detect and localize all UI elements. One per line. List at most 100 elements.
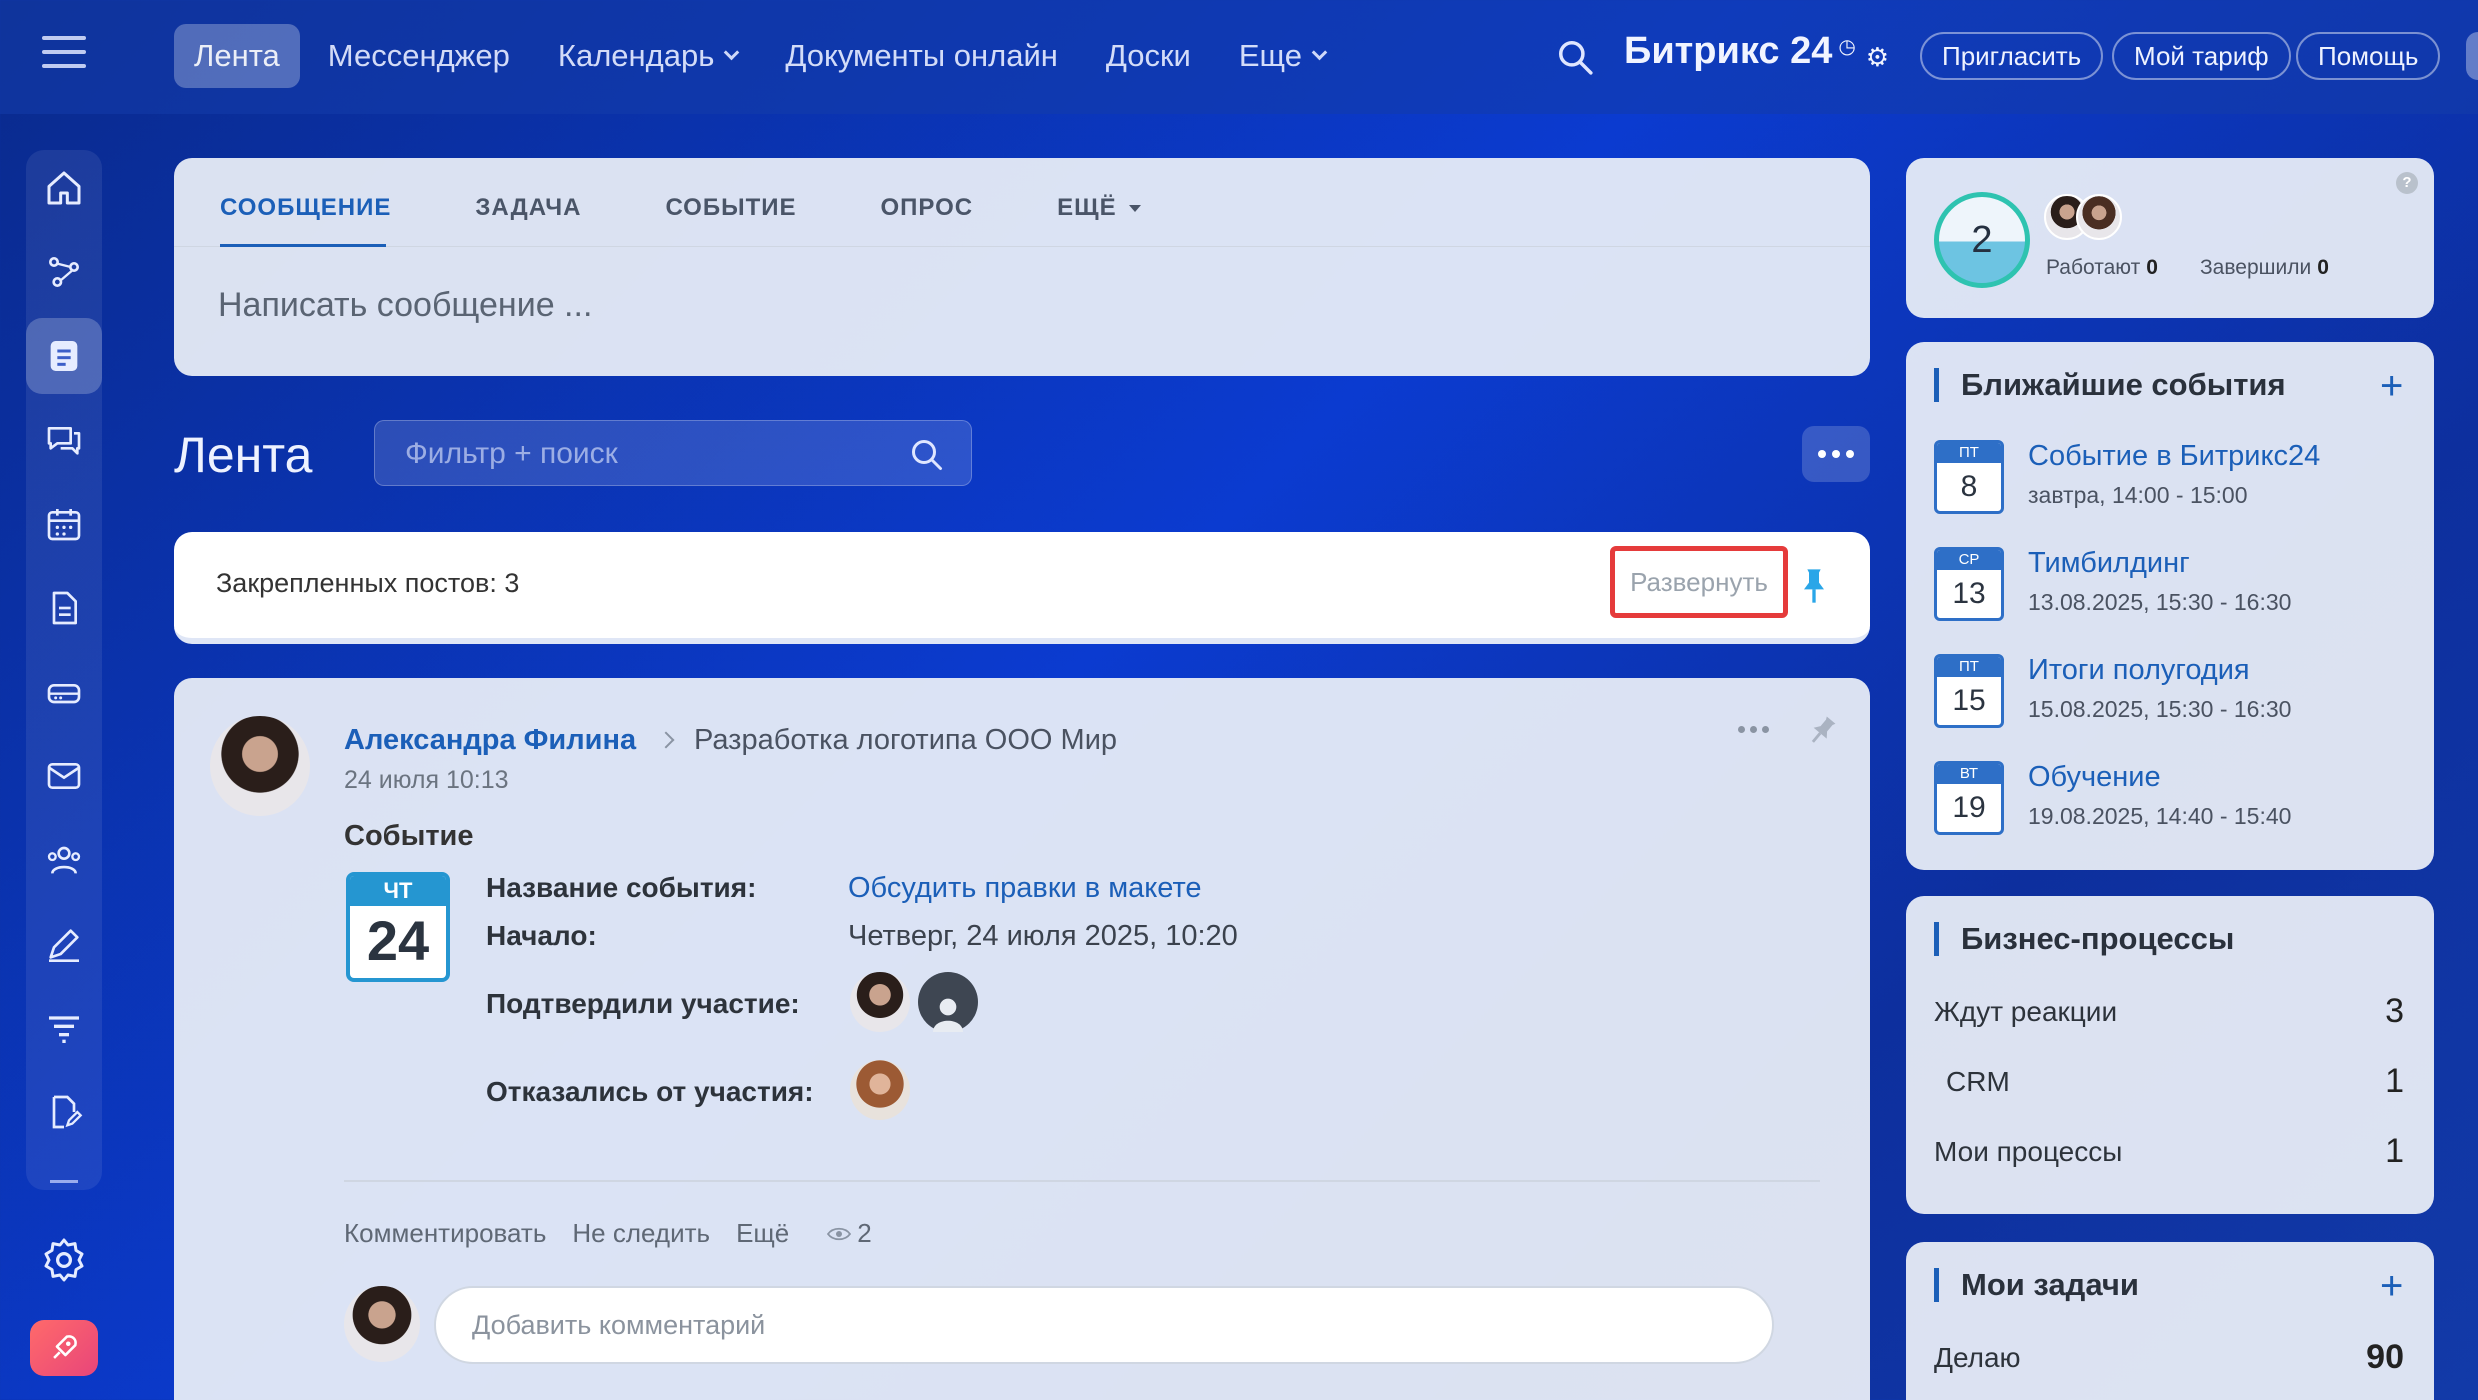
list-item[interactable]: ПТ 15 Итоги полугодия 15.08.2025, 15:30 -… — [1934, 654, 2414, 744]
tab-more[interactable]: ЕЩЁ — [1057, 194, 1141, 222]
workday-counter[interactable]: 2 — [1934, 192, 2030, 288]
event-date-badge: ВТ 19 — [1934, 761, 2004, 835]
avatar[interactable] — [850, 1060, 910, 1120]
event-start-label: Начало: — [486, 920, 597, 951]
event-link[interactable]: Обучение — [2028, 761, 2161, 794]
post-menu-icon[interactable] — [1738, 726, 1769, 733]
my-tariff-button[interactable]: Мой тариф — [2112, 32, 2291, 80]
unfollow-link[interactable]: Не следить — [572, 1218, 710, 1249]
list-item[interactable]: Мои процессы 1 — [1934, 1132, 2404, 1170]
pen-icon[interactable] — [26, 906, 102, 982]
rocket-icon[interactable] — [30, 1320, 98, 1376]
list-item[interactable]: ПТ 8 Событие в Битрикс24 завтра, 14:00 - … — [1934, 440, 2414, 530]
tab-poll[interactable]: ОПРОС — [881, 194, 974, 222]
post-author[interactable]: Александра Филина — [344, 724, 636, 757]
event-date-badge: СР 13 — [1934, 547, 2004, 621]
brand-logo[interactable]: Битрикс 24 ◷ ⚙ — [1624, 30, 1889, 73]
avatar[interactable] — [210, 716, 310, 816]
chat-icon[interactable] — [26, 402, 102, 478]
expand-button[interactable]: Развернуть — [1615, 551, 1783, 613]
search-input[interactable] — [405, 435, 885, 473]
crm-icon[interactable] — [26, 234, 102, 310]
page-title: Лента — [174, 427, 313, 483]
working-stat: Работают 0 — [2046, 256, 2158, 279]
event-start-value: Четверг, 24 июля 2025, 10:20 — [848, 920, 1238, 952]
event-link[interactable]: Итоги полугодия — [2028, 654, 2250, 687]
avatar[interactable] — [2076, 194, 2122, 240]
tab-task[interactable]: ЗАДАЧА — [475, 194, 581, 222]
widget-title: Ближайшие события — [1934, 368, 2286, 402]
avatar[interactable] — [918, 972, 978, 1032]
calendar-weekday: ЧТ — [350, 876, 446, 906]
divider — [174, 246, 1870, 247]
nav-item-more[interactable]: Еще — [1219, 24, 1345, 88]
chevron-right-icon — [657, 731, 675, 749]
document-icon[interactable] — [26, 570, 102, 646]
list-item[interactable]: Ждут реакции 3 — [1934, 992, 2404, 1030]
list-item[interactable]: СР 13 Тимбилдинг 13.08.2025, 15:30 - 16:3… — [1934, 547, 2414, 637]
nav-item-messenger[interactable]: Мессенджер — [308, 24, 530, 88]
clock-icon: ◷ — [1838, 36, 1856, 58]
filter-search[interactable] — [374, 420, 972, 486]
event-link[interactable]: Тимбилдинг — [2028, 547, 2190, 580]
gear-icon[interactable] — [40, 1236, 88, 1284]
tab-message[interactable]: СООБЩЕНИЕ — [220, 194, 391, 222]
business-processes-widget: Бизнес-процессы Ждут реакции 3 CRM 1 Мои п… — [1906, 896, 2434, 1214]
nav-item-feed[interactable]: Лента — [174, 24, 300, 88]
pin-icon[interactable] — [1808, 714, 1836, 748]
post-date[interactable]: 24 июля 10:13 — [344, 766, 509, 795]
add-task-icon[interactable]: + — [2380, 1266, 2403, 1306]
feed-icon[interactable] — [26, 318, 102, 394]
home-icon[interactable] — [26, 150, 102, 226]
add-event-icon[interactable]: + — [2380, 366, 2403, 406]
pin-icon[interactable] — [1800, 566, 1828, 606]
upcoming-events-widget: Ближайшие события + ПТ 8 Событие в Битрик… — [1906, 342, 2434, 870]
dot — [1818, 450, 1826, 458]
message-input[interactable]: Написать сообщение ... — [218, 286, 592, 325]
views-counter: 2 — [827, 1218, 872, 1249]
more-options-button[interactable] — [1802, 426, 1870, 482]
menu-icon[interactable] — [42, 36, 86, 76]
search-icon[interactable] — [1556, 38, 1594, 76]
event-link[interactable]: Событие в Битрикс24 — [2028, 440, 2320, 473]
list-item[interactable]: ВТ 19 Обучение 19.08.2025, 14:40 - 15:40 — [1934, 761, 2414, 851]
pinned-count: 3 — [504, 568, 520, 598]
help-icon[interactable]: ? — [2396, 172, 2418, 194]
invite-button[interactable]: Пригласить — [1920, 32, 2104, 80]
more-link[interactable]: Ещё — [736, 1218, 789, 1249]
user-avatar-edge[interactable] — [2466, 32, 2478, 80]
widget-title: Мои задачи — [1934, 1268, 2139, 1302]
funnel-icon[interactable] — [26, 990, 102, 1066]
widget-title: Бизнес-процессы — [1934, 922, 2234, 956]
list-item[interactable]: CRM 1 — [1934, 1062, 2404, 1100]
comment-link[interactable]: Комментировать — [344, 1218, 546, 1249]
caret-down-icon — [1128, 205, 1141, 213]
nav-item-boards[interactable]: Доски — [1086, 24, 1211, 88]
post-destination[interactable]: Разработка логотипа ООО Мир — [694, 724, 1117, 757]
event-date-badge: ПТ 8 — [1934, 440, 2004, 514]
nav-item-docs[interactable]: Документы онлайн — [765, 24, 1078, 88]
mail-icon[interactable] — [26, 738, 102, 814]
declined-label: Отказались от участия: — [486, 1076, 814, 1107]
comment-input[interactable] — [434, 1286, 1774, 1364]
settings-sliders-icon[interactable]: ⚙ — [1866, 42, 1889, 73]
search-icon[interactable] — [909, 437, 945, 473]
team-icon[interactable] — [26, 822, 102, 898]
calendar-icon[interactable] — [26, 486, 102, 562]
tab-event[interactable]: СОБЫТИЕ — [665, 194, 796, 222]
top-nav: Лента Мессенджер Календарь Документы онл… — [174, 24, 1353, 88]
user-icon — [933, 998, 963, 1032]
drive-icon[interactable] — [26, 654, 102, 730]
list-item[interactable]: Делаю 90 — [1934, 1338, 2404, 1376]
pinned-posts-label: Закрепленных постов: 3 — [216, 568, 520, 598]
avatar — [344, 1286, 420, 1362]
nav-item-calendar[interactable]: Календарь — [538, 24, 757, 88]
chevron-down-icon — [724, 44, 740, 60]
divider — [344, 1180, 1820, 1182]
avatar[interactable] — [850, 972, 910, 1032]
help-button[interactable]: Помощь — [2296, 32, 2441, 80]
event-name-label: Название события: — [486, 872, 757, 903]
event-name-link[interactable]: Обсудить правки в макете — [848, 872, 1202, 905]
my-tasks-widget: Мои задачи + Делаю 90 — [1906, 1242, 2434, 1400]
sign-document-icon[interactable] — [26, 1074, 102, 1150]
